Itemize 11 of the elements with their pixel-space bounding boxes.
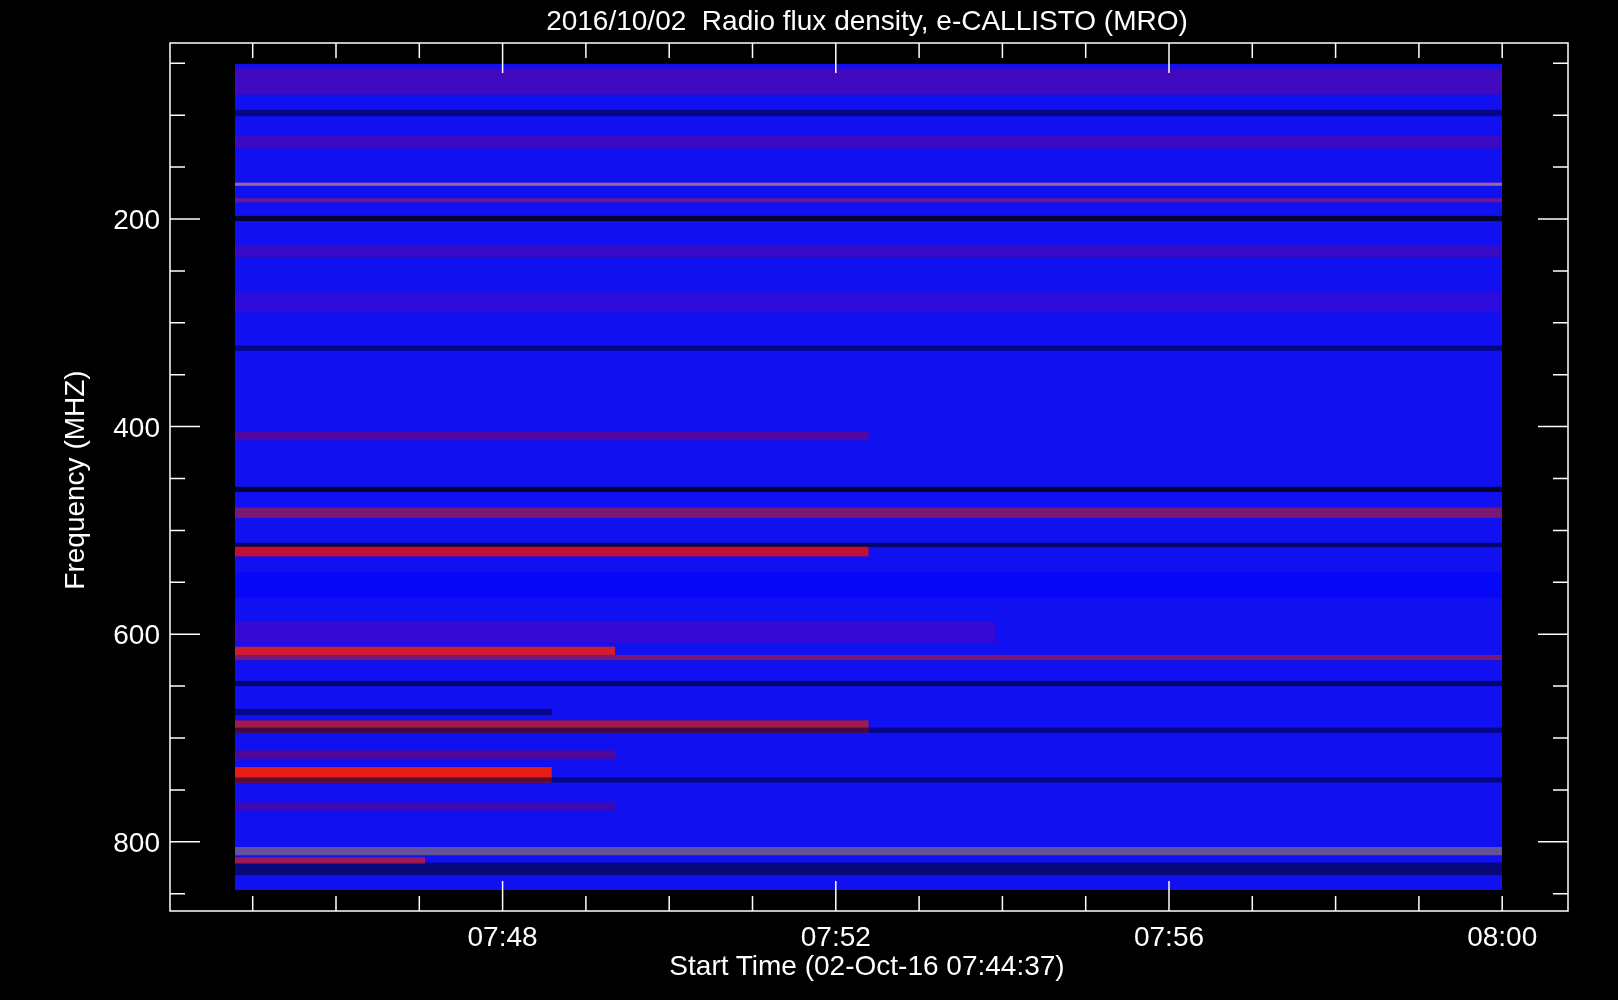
x-tick-label: 07:48 <box>467 921 538 952</box>
y-axis-label: Frequency (MHZ) <box>59 370 90 590</box>
plot-title: 2016/10/02 Radio flux density, e-CALLISTO (MRO) <box>546 5 1188 36</box>
y-tick-label: 400 <box>113 411 160 443</box>
x-tick-label: 07:52 <box>800 921 871 952</box>
x-axis-label: Start Time (02-Oct-16 07:44:37) <box>669 950 1065 981</box>
y-tick-label: 800 <box>113 826 160 858</box>
y-tick-label: 200 <box>113 204 160 235</box>
x-tick-label: 07:56 <box>1133 921 1205 952</box>
x-tick-label: 08:00 <box>1467 921 1538 952</box>
y-tick-label: 600 <box>113 619 160 651</box>
